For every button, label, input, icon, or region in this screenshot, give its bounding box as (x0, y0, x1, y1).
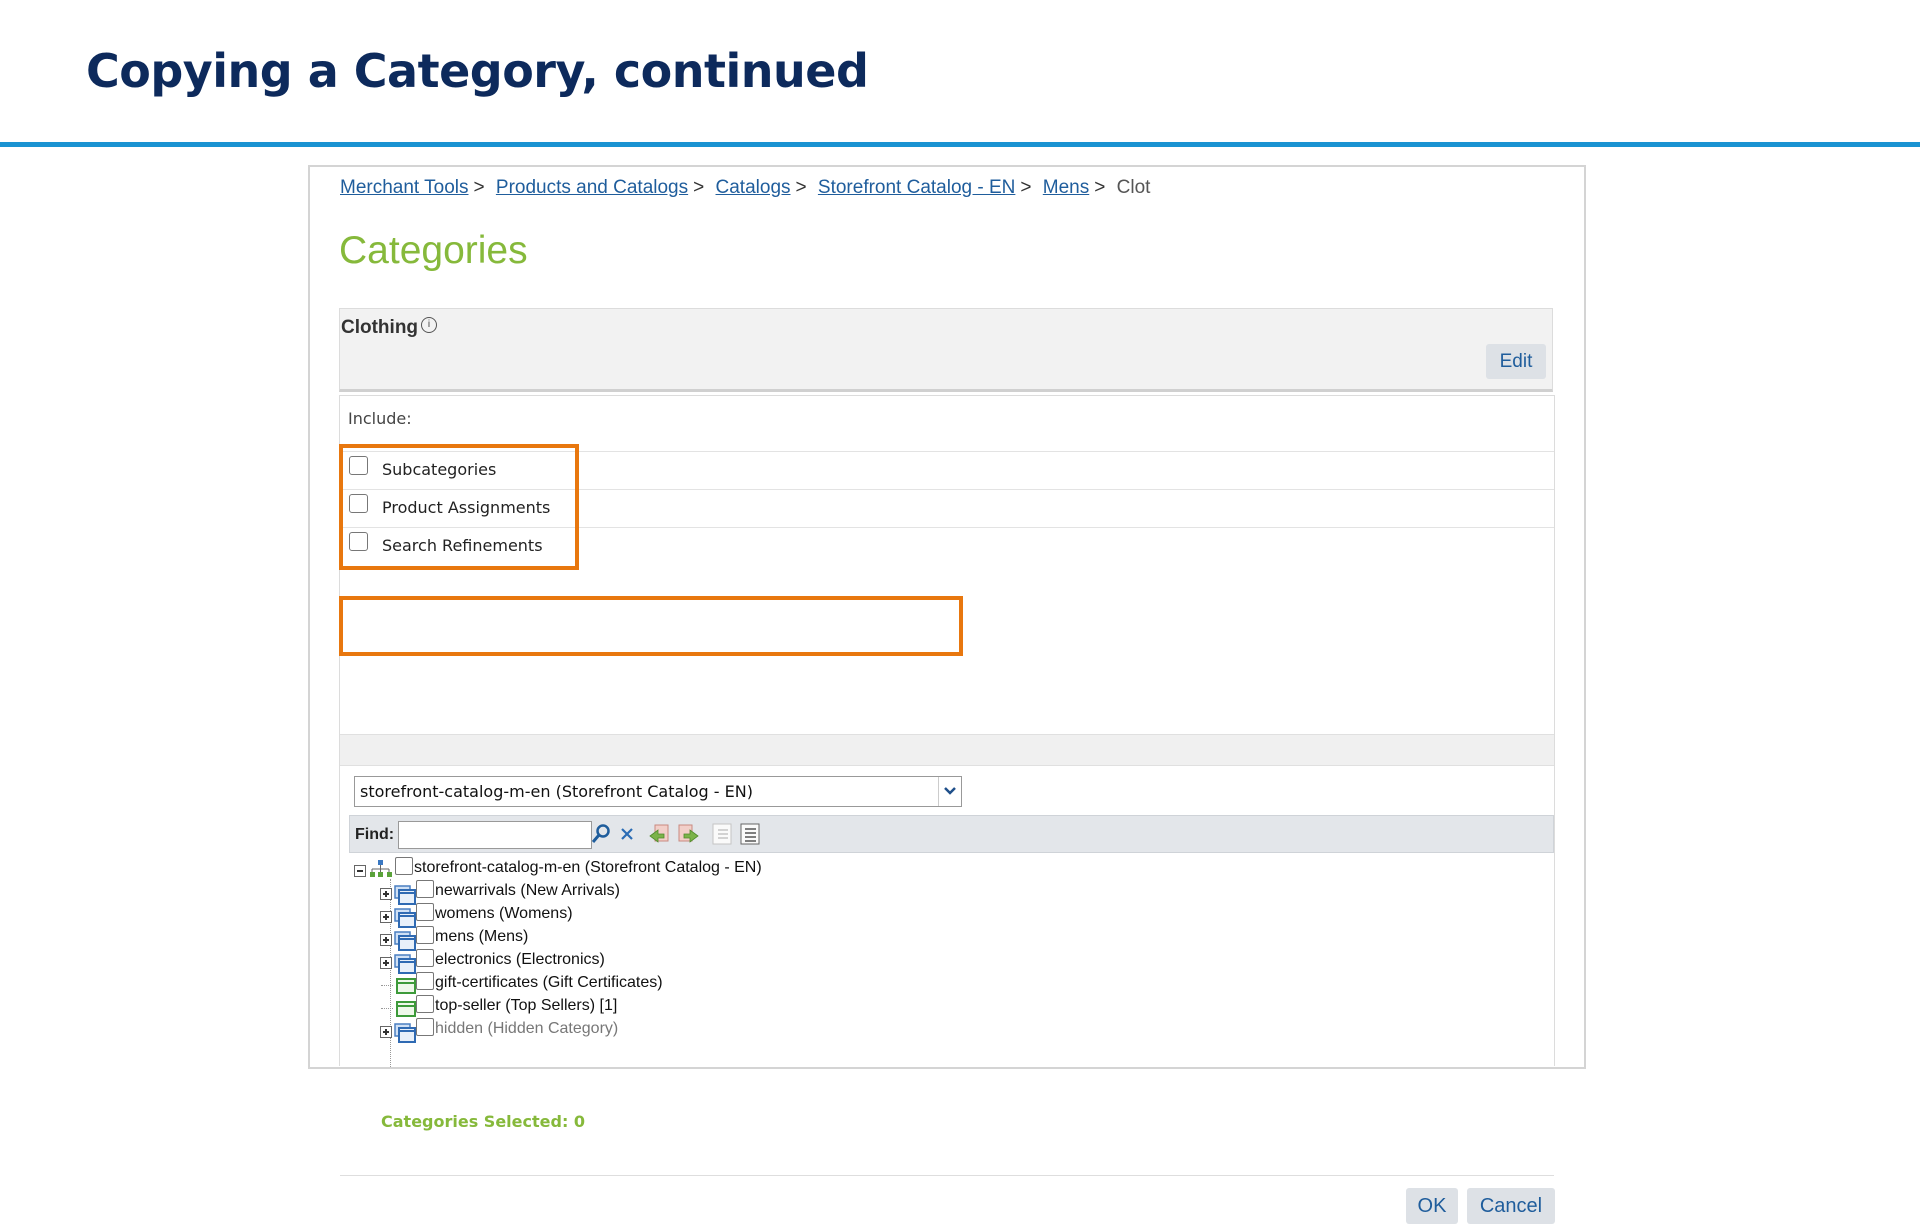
category-tree: storefront-catalog-m-en (Storefront Cata… (354, 857, 1154, 1089)
tree-node-checkbox[interactable] (416, 972, 434, 990)
tree-node-checkbox[interactable] (416, 949, 434, 967)
collapse-toggle-icon[interactable] (354, 865, 366, 877)
folder-icon (394, 885, 416, 905)
slide-title: Copying a Category, continued (86, 44, 869, 98)
breadcrumb-separator: > (1020, 177, 1032, 198)
breadcrumb-separator: > (693, 177, 705, 198)
expand-toggle-icon[interactable] (380, 911, 392, 923)
folder-icon (394, 931, 416, 951)
catalog-select-value: storefront-catalog-m-en (Storefront Cata… (360, 782, 753, 801)
search-refinements-checkbox[interactable] (349, 532, 368, 551)
cancel-button[interactable]: Cancel (1467, 1188, 1555, 1224)
section-divider (340, 734, 1554, 766)
search-refinements-label: Search Refinements (382, 536, 543, 555)
copy-category-dialog: Include: Subcategories Product Assignmen… (339, 395, 1555, 1224)
tree-node-label: mens (Mens) (435, 928, 529, 945)
breadcrumb: Merchant Tools > Products and Catalogs > C… (340, 177, 1150, 199)
breadcrumb-storefront-catalog[interactable]: Storefront Catalog - EN (818, 177, 1015, 198)
folder-icon (394, 954, 416, 974)
tree-node-label: electronics (Electronics) (435, 951, 605, 968)
expand-toggle-icon[interactable] (380, 934, 392, 946)
expand-toggle-icon[interactable] (380, 888, 392, 900)
option-row-product-assignments: Product Assignments (340, 489, 1554, 527)
tree-node-label: hidden (Hidden Category) (435, 1020, 619, 1037)
tree-node-checkbox[interactable] (416, 1018, 434, 1036)
breadcrumb-products-and-catalogs[interactable]: Products and Catalogs (496, 177, 688, 198)
expand-all-icon[interactable] (738, 822, 762, 846)
include-label: Include: (348, 409, 412, 428)
breadcrumb-current: Clot (1116, 177, 1151, 198)
find-toolbar: Find: (349, 815, 1554, 853)
find-label: Find: (355, 826, 395, 843)
collapse-all-icon[interactable] (710, 822, 734, 846)
subcategories-label: Subcategories (382, 460, 497, 479)
dialog-footer-divider (340, 1175, 1554, 1176)
move-right-icon[interactable] (676, 822, 700, 846)
tree-root-label: storefront-catalog-m-en (Storefront Cata… (414, 859, 762, 876)
breadcrumb-catalogs[interactable]: Catalogs (716, 177, 791, 198)
search-icon[interactable] (590, 822, 614, 846)
tree-node-checkbox[interactable] (416, 903, 434, 921)
breadcrumb-merchant-tools[interactable]: Merchant Tools (340, 177, 469, 198)
category-header: Clothing i Edit (339, 308, 1553, 392)
folder-icon (394, 908, 416, 928)
clear-icon[interactable] (616, 822, 640, 846)
page-heading: Categories (339, 229, 528, 272)
category-leaf-icon (396, 977, 416, 994)
tree-node-label: top-seller (Top Sellers) [1] (435, 997, 618, 1014)
tree-node-checkbox[interactable] (416, 995, 434, 1013)
tree-node-checkbox[interactable] (416, 880, 434, 898)
breadcrumb-separator: > (473, 177, 485, 198)
breadcrumb-separator: > (1094, 177, 1106, 198)
edit-button[interactable]: Edit (1486, 344, 1546, 379)
product-assignments-label: Product Assignments (382, 498, 551, 517)
catalog-tree-icon (369, 859, 392, 877)
category-leaf-icon (396, 1000, 416, 1017)
info-icon[interactable]: i (421, 317, 438, 333)
catalog-select[interactable]: storefront-catalog-m-en (Storefront Cata… (354, 776, 962, 807)
category-name-row: Clothing i (341, 317, 438, 339)
breadcrumb-separator: > (795, 177, 807, 198)
categories-selected-count: Categories Selected: 0 (381, 1112, 586, 1131)
tree-node-label: gift-certificates (Gift Certificates) (435, 974, 663, 991)
chevron-down-icon[interactable] (938, 777, 961, 806)
tree-node-checkbox[interactable] (416, 926, 434, 944)
title-divider (0, 142, 1920, 147)
product-assignments-checkbox[interactable] (349, 494, 368, 513)
tree-node-label: womens (Womens) (435, 905, 573, 922)
breadcrumb-mens[interactable]: Mens (1043, 177, 1089, 198)
option-row-subcategories: Subcategories (340, 451, 1554, 489)
find-input[interactable] (398, 821, 592, 849)
screenshot-frame: Merchant Tools > Products and Catalogs > C… (308, 165, 1586, 1224)
folder-icon (394, 1023, 416, 1043)
category-name: Clothing (341, 317, 419, 338)
ok-button[interactable]: OK (1406, 1188, 1458, 1224)
option-row-search-refinements: Search Refinements (340, 527, 1554, 565)
expand-toggle-icon[interactable] (380, 1026, 392, 1038)
expand-toggle-icon[interactable] (380, 957, 392, 969)
move-left-icon[interactable] (648, 822, 672, 846)
tree-root-checkbox[interactable] (395, 857, 413, 875)
tree-node-label: newarrivals (New Arrivals) (435, 882, 620, 899)
subcategories-checkbox[interactable] (349, 456, 368, 475)
